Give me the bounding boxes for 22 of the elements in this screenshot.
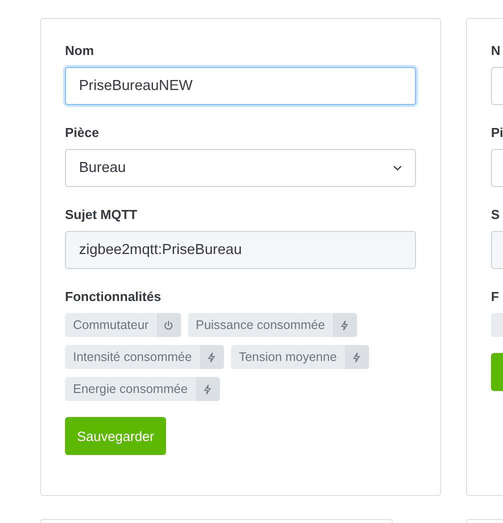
features-label: F	[491, 289, 500, 305]
power-icon	[163, 320, 174, 330]
lightning-icon	[339, 320, 350, 330]
feature-tag: Puissance consommée	[188, 313, 357, 337]
lightning-icon	[202, 384, 214, 394]
field-label: S	[491, 207, 501, 223]
feature-tag: Commutateur	[65, 313, 181, 337]
chevron-icon	[393, 165, 402, 171]
field-label: Nom	[65, 43, 95, 59]
feature-tag: Tension moyenne	[230, 345, 369, 369]
field-label: N	[491, 43, 502, 59]
field-label: Pi	[491, 125, 503, 141]
field-label: Pièce	[65, 125, 100, 141]
feature-tag: Energie consommée	[65, 377, 220, 401]
field-label: Sujet MQTT	[65, 207, 138, 223]
lightning-icon	[206, 352, 218, 362]
name-field[interactable]: PriseBureauNEW	[65, 67, 416, 105]
room-select[interactable]: Bureau	[65, 149, 416, 187]
features-label: Fonctionnalités	[65, 289, 162, 305]
mqtt-topic-field[interactable]: zigbee2mqtt:PriseBureau	[65, 231, 416, 269]
feature-tag: Intensité consommée	[65, 345, 224, 369]
lightning-icon	[351, 352, 362, 362]
